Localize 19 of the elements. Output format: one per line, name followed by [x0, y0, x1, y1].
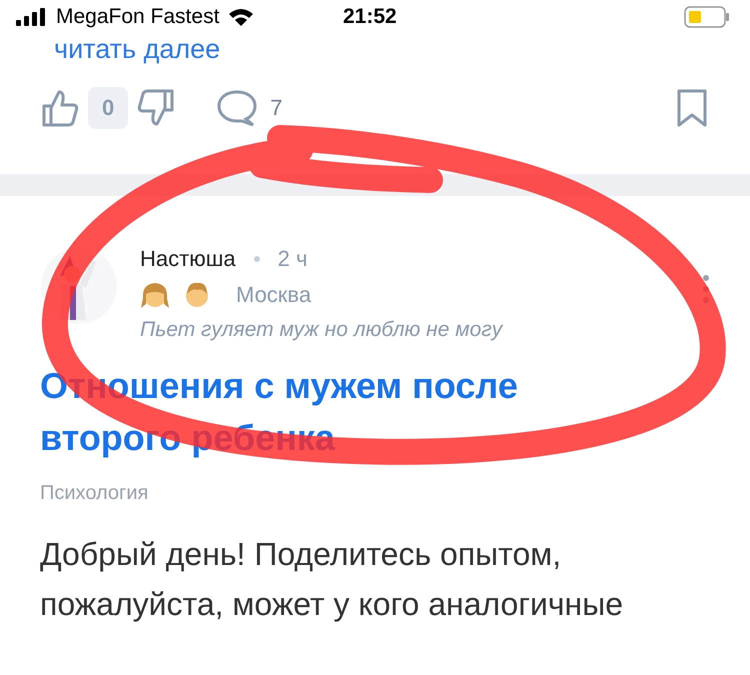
read-more-link[interactable]: читать далее — [54, 34, 710, 64]
thumbs-up-icon[interactable] — [40, 88, 80, 128]
carrier-name: MegaFon Fastest — [56, 5, 220, 29]
clock-time: 21:52 — [343, 5, 397, 29]
rating-count: 0 — [88, 87, 128, 129]
comment-count: 7 — [270, 95, 282, 121]
signal-icon — [14, 8, 48, 26]
post-time: 2 ч — [278, 246, 308, 272]
comment-icon[interactable] — [216, 88, 258, 128]
bookmark-icon[interactable] — [676, 88, 708, 128]
city-label: Москва — [236, 282, 312, 308]
post-excerpt: Добрый день! Поделитесь опытом, пожалуйста, может у кого аналогичные — [40, 535, 624, 624]
post-category[interactable]: Психология — [40, 482, 710, 505]
girl-avatar-icon — [140, 280, 170, 310]
wifi-icon — [227, 7, 256, 27]
thumbs-down-icon[interactable] — [136, 88, 176, 128]
user-status: Пьет гуляет муж но люблю не могу — [140, 318, 504, 342]
author-name[interactable]: Настюша — [140, 246, 236, 272]
battery-icon — [684, 5, 730, 29]
